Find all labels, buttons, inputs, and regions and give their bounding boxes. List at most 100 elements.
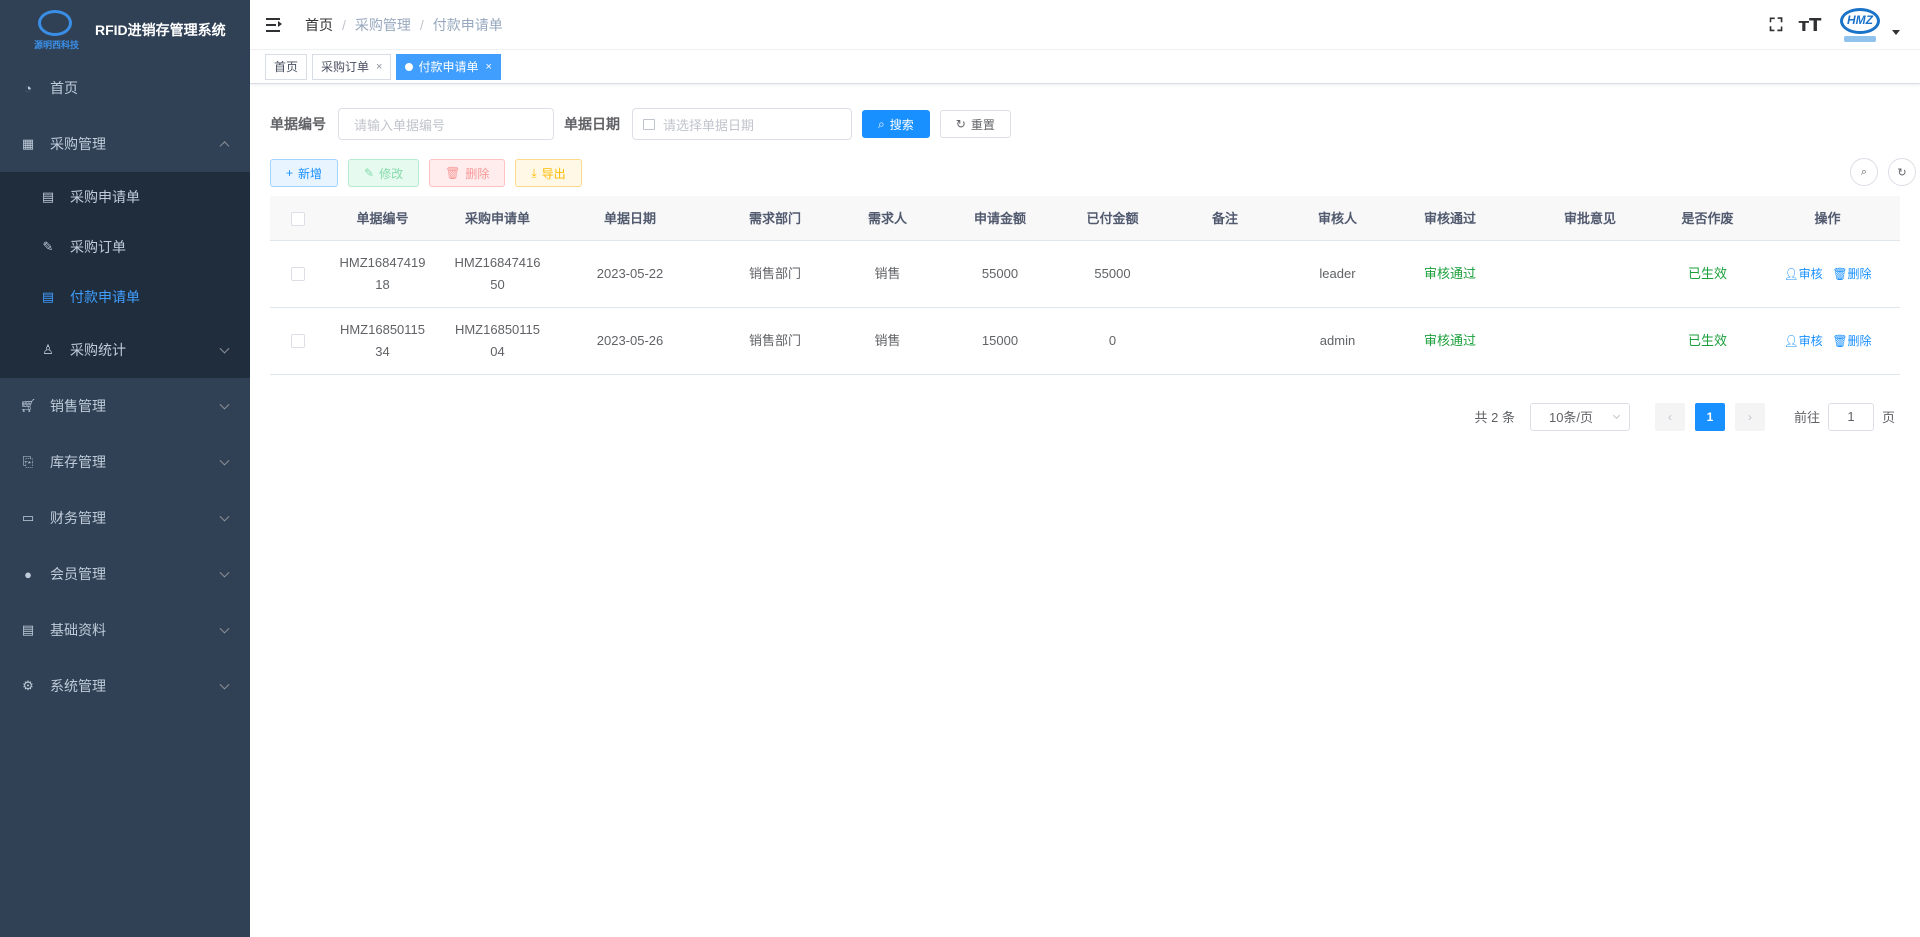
document-icon: ▤ bbox=[21, 622, 35, 637]
cart-icon: 🛒︎ bbox=[19, 398, 37, 413]
document-icon: ▤ bbox=[41, 289, 55, 304]
search-icon: ⌕ bbox=[1860, 165, 1868, 178]
sidebar-item-purchase-stats[interactable]: ♙ 采购统计 bbox=[0, 322, 250, 378]
column-header: 采购申请单 bbox=[440, 196, 555, 241]
tag-label: 采购订单 bbox=[321, 59, 370, 74]
search-button[interactable]: ⌕ 搜索 bbox=[862, 110, 930, 138]
sidebar-item-label: 采购申请单 bbox=[70, 189, 140, 205]
add-button-label: 新增 bbox=[298, 166, 323, 181]
delete-link[interactable]: 🗑︎删除 bbox=[1832, 267, 1871, 281]
refresh-icon: ↻ bbox=[1897, 166, 1907, 179]
delete-link[interactable]: 🗑︎删除 bbox=[1832, 334, 1871, 348]
sidebar-item-finance[interactable]: ▭ 财务管理 bbox=[0, 490, 250, 546]
tag-purchase-order[interactable]: 采购订单 × bbox=[312, 53, 392, 80]
sidebar-item-purchase[interactable]: ▦ 采购管理 bbox=[0, 116, 250, 172]
sidebar-item-sales[interactable]: 🛒︎ 销售管理 bbox=[0, 378, 250, 434]
purchase-request-cell: HMZ16847416 50 bbox=[440, 240, 555, 308]
close-icon[interactable]: × bbox=[376, 55, 382, 79]
delete-button[interactable]: 🗑︎ 删除 bbox=[429, 159, 506, 187]
audit-status-cell: 审核通过 bbox=[1380, 240, 1520, 308]
tag-label: 首页 bbox=[274, 59, 299, 74]
toggle-search-button[interactable]: ⌕ bbox=[1850, 158, 1878, 186]
main-area: 首页 / 采购管理 / 付款申请单 ⛶ ᴛT HMZ 首页 采购订单 × 付款申… bbox=[250, 0, 1920, 937]
edit-button-label: 修改 bbox=[379, 166, 404, 181]
edit-icon: ✎ bbox=[364, 166, 375, 180]
sidebar-item-payment-request[interactable]: ▤ 付款申请单 bbox=[0, 272, 250, 322]
total-count: 共 2 条 bbox=[1474, 410, 1515, 425]
add-button[interactable]: + 新增 bbox=[270, 159, 339, 187]
avatar[interactable]: HMZ bbox=[1838, 5, 1882, 45]
table-row: HMZ16850115 34 HMZ16850115 04 2023-05-26 销… bbox=[270, 307, 1900, 375]
goto-page-input[interactable]: 1 bbox=[1827, 402, 1874, 431]
trash-icon: 🗑︎ bbox=[1832, 266, 1848, 281]
user-icon: ● bbox=[24, 566, 32, 582]
pagination: 共 2 条 10条/页 ‹ 1 › 前往 1 页 bbox=[270, 402, 1895, 431]
void-status-cell: 已生效 bbox=[1660, 307, 1755, 375]
page-number-button[interactable]: 1 bbox=[1694, 402, 1725, 431]
toolbar: + 新增 ✎ 修改 🗑︎ 删除 ⤓ 导出 ⌕ ↻ bbox=[270, 158, 1916, 188]
column-header: 单据编号 bbox=[325, 196, 440, 241]
breadcrumb-separator: / bbox=[342, 16, 346, 33]
column-header: 审核通过 bbox=[1380, 196, 1520, 241]
operation-cell: 👤︎审核 🗑︎删除 bbox=[1755, 240, 1900, 308]
sidebar-item-label: 会员管理 bbox=[50, 566, 106, 582]
breadcrumb: 首页 / 采购管理 / 付款申请单 bbox=[305, 15, 503, 35]
sidebar-item-purchase-request[interactable]: ▤ 采购申请单 bbox=[0, 172, 250, 222]
prev-page-button[interactable]: ‹ bbox=[1654, 402, 1685, 431]
sidebar-item-stock[interactable]: ⎘ 库存管理 bbox=[0, 434, 250, 490]
gear-icon: ⚙ bbox=[22, 678, 34, 693]
opinion-cell bbox=[1520, 240, 1660, 308]
page-size-value: 10条/页 bbox=[1548, 410, 1594, 425]
select-all-checkbox[interactable] bbox=[270, 196, 325, 241]
bill-date-label: 单据日期 bbox=[564, 116, 620, 132]
chevron-down-icon bbox=[219, 679, 230, 690]
audit-link[interactable]: 👤︎审核 bbox=[1783, 267, 1822, 281]
font-size-icon[interactable]: ᴛT bbox=[1799, 15, 1822, 36]
export-button-label: 导出 bbox=[541, 166, 566, 181]
hamburger-icon[interactable] bbox=[265, 15, 285, 35]
sidebar-item-member[interactable]: ● 会员管理 bbox=[0, 546, 250, 602]
row-checkbox[interactable] bbox=[270, 307, 325, 375]
document-icon: ▤ bbox=[41, 189, 55, 204]
caret-down-icon[interactable] bbox=[1892, 29, 1900, 35]
sidebar-item-label: 销售管理 bbox=[50, 398, 106, 414]
user-icon: 👤︎ bbox=[1783, 266, 1799, 281]
chevron-down-icon bbox=[219, 343, 230, 354]
edit-icon: ✎ bbox=[42, 239, 54, 254]
next-page-button[interactable]: › bbox=[1734, 402, 1765, 431]
sidebar-item-label: 财务管理 bbox=[50, 510, 106, 526]
navbar: 首页 / 采购管理 / 付款申请单 ⛶ ᴛT HMZ bbox=[250, 0, 1920, 50]
sidebar-item-basic-data[interactable]: ▤ 基础资料 bbox=[0, 602, 250, 658]
row-checkbox[interactable] bbox=[270, 240, 325, 308]
audit-link[interactable]: 👤︎审核 bbox=[1783, 334, 1822, 348]
refresh-icon: ↻ bbox=[955, 117, 966, 131]
tag-payment-request[interactable]: 付款申请单 × bbox=[396, 53, 501, 80]
column-header: 是否作废 bbox=[1660, 196, 1755, 241]
edit-button[interactable]: ✎ 修改 bbox=[348, 159, 420, 187]
auditor-cell: admin bbox=[1295, 307, 1380, 375]
close-icon[interactable]: × bbox=[485, 55, 491, 79]
goto-page-value: 1 bbox=[1847, 409, 1855, 424]
sidebar-item-home[interactable]: ◔ 首页 bbox=[0, 60, 250, 116]
bill-no-input[interactable]: 请输入单据编号 bbox=[338, 108, 554, 140]
refresh-table-button[interactable]: ↻ bbox=[1888, 158, 1916, 186]
column-header: 审批意见 bbox=[1520, 196, 1660, 241]
fullscreen-icon[interactable]: ⛶ bbox=[1766, 15, 1786, 35]
sidebar-item-system[interactable]: ⚙ 系统管理 bbox=[0, 658, 250, 714]
page-size-select[interactable]: 10条/页 bbox=[1529, 402, 1630, 431]
app-main: 单据编号 请输入单据编号 单据日期 请选择单据日期 ⌕ 搜索 ↻ 重置 + 新增 bbox=[250, 84, 1920, 451]
dashboard-icon: ◔ bbox=[24, 80, 32, 96]
plus-icon: + bbox=[286, 166, 294, 180]
export-button[interactable]: ⤓ 导出 bbox=[515, 159, 582, 187]
chart-icon: ♙ bbox=[42, 342, 54, 357]
breadcrumb-item[interactable]: 首页 bbox=[305, 15, 333, 35]
sidebar-item-label: 付款申请单 bbox=[70, 289, 140, 305]
bill-date-picker[interactable]: 请选择单据日期 bbox=[632, 108, 852, 140]
search-form: 单据编号 请输入单据编号 单据日期 请选择单据日期 ⌕ 搜索 ↻ 重置 bbox=[270, 106, 1900, 142]
reset-button[interactable]: ↻ 重置 bbox=[939, 110, 1011, 138]
tag-home[interactable]: 首页 bbox=[265, 53, 308, 80]
search-icon: ⌕ bbox=[878, 116, 885, 131]
date-cell: 2023-05-22 bbox=[555, 240, 705, 308]
sidebar-item-purchase-order[interactable]: ✎ 采购订单 bbox=[0, 222, 250, 272]
chevron-down-icon bbox=[1612, 411, 1621, 419]
